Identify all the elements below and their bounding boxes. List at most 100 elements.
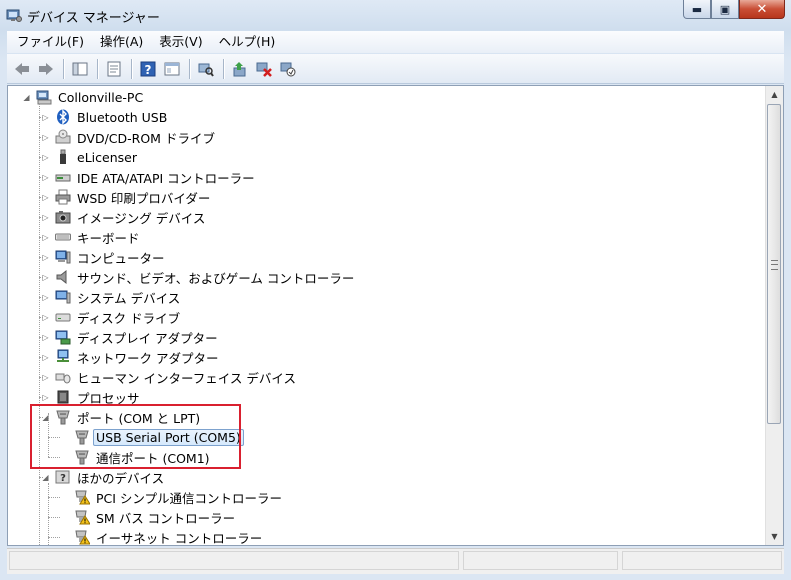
disk-drive-icon (55, 309, 71, 325)
tree-device-item[interactable]: PCI シンプル通信コントローラー (60, 487, 285, 507)
uninstall-icon[interactable] (253, 58, 275, 80)
port-icon (74, 429, 90, 445)
tree-item-label: ほかのデバイス (77, 470, 165, 486)
svg-text:?: ? (60, 473, 66, 484)
tree-category-item[interactable]: ▷ ディスク ドライブ (41, 307, 183, 327)
tree-connector-line (39, 417, 43, 418)
scroll-thumb[interactable] (767, 104, 781, 424)
speaker-icon (55, 269, 71, 285)
tree-item-label: ディスプレイ アダプター (77, 330, 218, 346)
toolbar-separator (63, 58, 65, 79)
scroll-up-icon[interactable]: ▲ (766, 86, 783, 103)
maximize-button[interactable]: ▣ (711, 0, 739, 19)
port-icon (55, 409, 71, 425)
forward-icon[interactable] (35, 58, 57, 80)
computer-icon (55, 249, 71, 265)
device-tree-panel[interactable]: ◢ Collonville-PC ▷ Bluetooth USB ▷ DVD/CD-ROM… (7, 85, 784, 546)
tree-device-item[interactable]: 通信ポート (COM1) (60, 447, 213, 467)
collapse-arrow-icon[interactable]: ◢ (22, 93, 31, 102)
tree-category-item[interactable]: ▷ Bluetooth USB (41, 107, 170, 127)
back-icon[interactable] (11, 58, 33, 80)
tree-item-label: DVD/CD-ROM ドライブ (77, 130, 215, 146)
hid-icon (55, 369, 71, 385)
tree-category-item[interactable]: ▷ コンピューター (41, 247, 168, 267)
tree-category-item[interactable]: ▷ キーボード (41, 227, 143, 247)
toolbar: ? (7, 54, 784, 84)
scroll-down-icon[interactable]: ▼ (766, 528, 783, 545)
dvd-drive-icon (55, 129, 71, 145)
device-manager-window: デバイス マネージャー ▬ ▣ ✕ ファイル(F) 操作(A) 表示(V) ヘル… (0, 0, 791, 580)
tree-item-label: キーボード (77, 230, 140, 246)
tree-connector-line (39, 397, 43, 398)
menu-view[interactable]: 表示(V) (149, 31, 208, 53)
tree-connector-line (39, 277, 43, 278)
tree-category-item[interactable]: ▷ イメージング デバイス (41, 207, 208, 227)
tree-root-computer[interactable]: ◢ Collonville-PC (22, 87, 146, 107)
tree-connector-line (39, 317, 43, 318)
toolbar-separator (131, 58, 133, 79)
tree-category-item[interactable]: ▷ ヒューマン インターフェイス デバイス (41, 367, 299, 387)
status-pane (9, 551, 459, 570)
tree-category-item[interactable]: ▷ ディスプレイ アダプター (41, 327, 221, 347)
warning-device-icon (74, 529, 90, 545)
port-icon (74, 449, 90, 465)
tree-connector-line (39, 157, 43, 158)
tree-item-label: Bluetooth USB (77, 109, 168, 125)
minimize-button[interactable]: ▬ (683, 0, 711, 19)
close-button[interactable]: ✕ (739, 0, 785, 19)
vertical-scrollbar[interactable]: ▲ ▼ (765, 86, 783, 545)
network-adapter-icon (55, 349, 71, 365)
tree-connector-line (39, 103, 40, 545)
tree-category-item[interactable]: ▷ ネットワーク アダプター (41, 347, 221, 367)
tree-device-item[interactable]: SM バス コントローラー (60, 507, 238, 527)
tree-item-label: Collonville-PC (58, 89, 144, 105)
tree-item-label: イメージング デバイス (77, 210, 206, 226)
tree-connector-line (48, 413, 49, 457)
help-icon[interactable]: ? (137, 58, 159, 80)
tree-device-item[interactable]: イーサネット コントローラー (60, 527, 265, 545)
tree-category-item[interactable]: ▷ IDE ATA/ATAPI コントローラー (41, 167, 258, 187)
ide-controller-icon (55, 169, 71, 185)
show-hide-console-tree-icon[interactable] (69, 58, 91, 80)
menu-file[interactable]: ファイル(F) (7, 31, 90, 53)
tree-connector-line (39, 297, 43, 298)
svg-text:?: ? (145, 63, 152, 77)
tree-item-label: SM バス コントローラー (96, 510, 236, 526)
scan-hardware-icon[interactable] (195, 58, 217, 80)
toolbar-separator (189, 58, 191, 79)
title-bar[interactable]: デバイス マネージャー ▬ ▣ ✕ (0, 0, 791, 30)
tree-item-label: ディスク ドライブ (77, 310, 181, 326)
tree-category-item[interactable]: ◢? ほかのデバイス (41, 467, 167, 487)
tree-item-label: WSD 印刷プロバイダー (77, 190, 211, 206)
tree-connector-line (39, 357, 43, 358)
device-tree[interactable]: ◢ Collonville-PC ▷ Bluetooth USB ▷ DVD/CD-ROM… (8, 86, 768, 545)
enable-device-icon[interactable] (277, 58, 299, 80)
console-view-icon[interactable] (161, 58, 183, 80)
tree-device-item[interactable]: USB Serial Port (COM5) (60, 427, 244, 447)
display-adapter-icon (55, 329, 71, 345)
tree-connector-line (39, 377, 43, 378)
menu-help[interactable]: ヘルプ(H) (209, 31, 282, 53)
tree-connector-line (48, 457, 60, 458)
tree-item-label: 通信ポート (COM1) (96, 450, 210, 466)
tree-category-item[interactable]: ▷ eLicenser (41, 147, 140, 167)
properties-icon[interactable] (103, 58, 125, 80)
update-driver-icon[interactable] (229, 58, 251, 80)
tree-category-item[interactable]: ▷ サウンド、ビデオ、およびゲーム コントローラー (41, 267, 357, 287)
tree-category-item[interactable]: ▷ プロセッサ (41, 387, 143, 407)
menu-action[interactable]: 操作(A) (90, 31, 149, 53)
tree-category-item[interactable]: ▷ システム デバイス (41, 287, 183, 307)
processor-icon (55, 389, 71, 405)
tree-item-label: ネットワーク アダプター (77, 350, 219, 366)
warning-device-icon (74, 489, 90, 505)
tree-category-item[interactable]: ▷ WSD 印刷プロバイダー (41, 187, 213, 207)
tree-item-label: コンピューター (77, 250, 165, 266)
bluetooth-icon (55, 109, 71, 125)
tree-connector-line (39, 237, 43, 238)
tree-category-item[interactable]: ◢ ポート (COM と LPT) (41, 407, 203, 427)
tree-category-item[interactable]: ▷ DVD/CD-ROM ドライブ (41, 127, 218, 147)
menu-bar: ファイル(F) 操作(A) 表示(V) ヘルプ(H) (7, 31, 784, 53)
window-title: デバイス マネージャー (27, 11, 160, 26)
usb-key-icon (55, 149, 71, 165)
unknown-device-icon: ? (55, 469, 71, 485)
